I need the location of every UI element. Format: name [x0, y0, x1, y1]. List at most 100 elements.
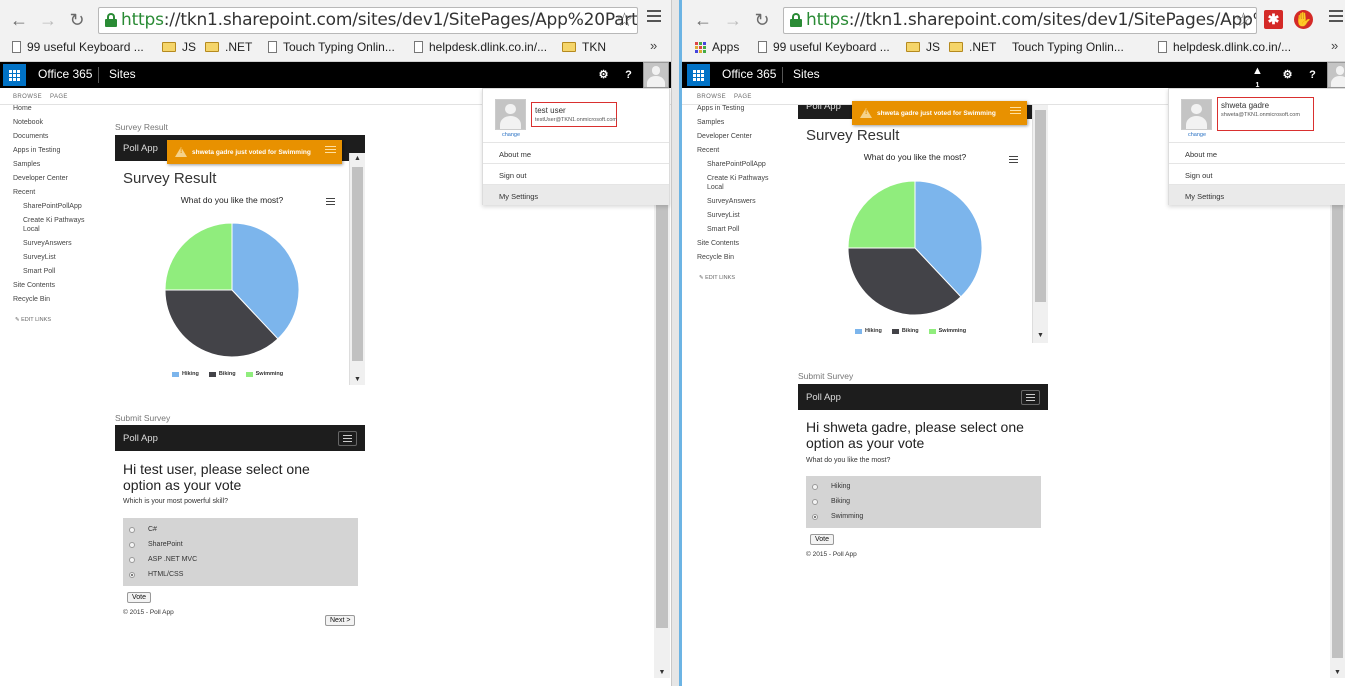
toast-menu-icon[interactable] — [325, 146, 336, 155]
legend-item-biking[interactable]: Biking — [208, 371, 236, 377]
change-photo-link[interactable]: change — [502, 132, 520, 138]
nav-samples[interactable]: Samples — [13, 161, 40, 168]
nav-smart-poll[interactable]: Smart Poll — [707, 226, 739, 233]
app-launcher-icon[interactable] — [687, 64, 710, 86]
legend-item-hiking[interactable]: Hiking — [855, 328, 882, 334]
menu-sign-out[interactable]: Sign out — [483, 163, 669, 184]
vote-button[interactable]: Vote — [810, 534, 835, 545]
nav-developer-center[interactable]: Developer Center — [13, 175, 68, 182]
nav-samples[interactable]: Samples — [697, 119, 724, 126]
nav-smart-poll[interactable]: Smart Poll — [23, 268, 55, 275]
part-scrollbar[interactable]: ▲ ▼ — [349, 153, 365, 385]
nav-surveyanswers[interactable]: SurveyAnswers — [23, 240, 72, 247]
bookmarks-more[interactable]: » — [1331, 38, 1338, 53]
scroll-thumb[interactable] — [1332, 188, 1343, 658]
option-html-css[interactable]: HTML/CSS — [129, 571, 183, 578]
vote-button[interactable]: Vote — [127, 592, 152, 603]
address-bar[interactable]: https://tkn1.sharepoint.com/sites/dev1/S… — [783, 7, 1257, 34]
nav-local[interactable]: Local — [23, 226, 40, 233]
bookmark-tkn[interactable]: TKN — [562, 38, 606, 56]
pie-slice-swimming[interactable] — [164, 222, 233, 291]
reload-button[interactable]: ↻ — [66, 9, 88, 31]
menu-sign-out[interactable]: Sign out — [1169, 163, 1345, 184]
nav-recent[interactable]: Recent — [13, 189, 35, 196]
settings-gear-icon[interactable]: ⚙ — [591, 62, 616, 88]
change-photo-link[interactable]: change — [1188, 132, 1206, 138]
option-biking[interactable]: Biking — [812, 498, 850, 505]
nav-notebook[interactable]: Notebook — [13, 119, 43, 126]
extension-icon[interactable]: ✱ — [1264, 10, 1283, 29]
menu-about-me[interactable]: About me — [1169, 142, 1345, 163]
nav-home[interactable]: Home — [13, 105, 32, 112]
help-button[interactable]: ? — [616, 62, 641, 88]
scroll-up-arrow-icon[interactable]: ▲ — [350, 155, 365, 162]
bookmark-apps[interactable]: Apps — [695, 38, 739, 56]
tab-browse[interactable]: BROWSE — [13, 94, 42, 100]
radio-button[interactable] — [129, 556, 135, 563]
bookmark-typing[interactable]: Touch Typing Onlin... — [1012, 38, 1124, 56]
suite-brand[interactable]: Office 365 — [722, 67, 776, 81]
adblock-icon[interactable]: ✋ — [1294, 10, 1313, 29]
scroll-thumb[interactable] — [352, 167, 363, 361]
chrome-menu-icon[interactable] — [647, 10, 661, 24]
scroll-thumb[interactable] — [656, 198, 668, 628]
scroll-down-arrow-icon[interactable]: ▼ — [654, 669, 670, 676]
reload-button[interactable]: ↻ — [751, 9, 773, 31]
nav-recent[interactable]: Recent — [697, 147, 719, 154]
user-avatar[interactable] — [1327, 62, 1345, 88]
toast-menu-icon[interactable] — [1010, 107, 1021, 116]
menu-my-settings[interactable]: My Settings — [1169, 184, 1345, 205]
radio-button-selected[interactable] — [812, 513, 818, 520]
legend-item-swimming[interactable]: Swimming — [245, 371, 283, 377]
sites-link[interactable]: Sites — [109, 67, 136, 81]
suite-brand[interactable]: Office 365 — [38, 67, 92, 81]
menu-my-settings[interactable]: My Settings — [483, 184, 669, 205]
option-csharp[interactable]: C# — [129, 526, 157, 533]
legend-item-swimming[interactable]: Swimming — [928, 328, 966, 334]
app-launcher-icon[interactable] — [3, 64, 26, 86]
scroll-down-arrow-icon[interactable]: ▼ — [1033, 332, 1048, 339]
nav-documents[interactable]: Documents — [13, 133, 48, 140]
bookmark-keyboard[interactable]: 99 useful Keyboard ... — [12, 38, 144, 56]
nav-local[interactable]: Local — [707, 184, 724, 191]
chart-menu-icon[interactable] — [1009, 156, 1018, 165]
legend-item-hiking[interactable]: Hiking — [172, 371, 199, 377]
nav-surveyanswers[interactable]: SurveyAnswers — [707, 198, 756, 205]
chart-menu-icon[interactable] — [326, 198, 335, 207]
radio-button[interactable] — [812, 498, 818, 505]
nav-sharepointpollapp[interactable]: SharePointPollApp — [707, 161, 766, 168]
option-swimming[interactable]: Swimming — [812, 513, 863, 520]
sites-link[interactable]: Sites — [793, 67, 820, 81]
forward-button[interactable]: → — [37, 9, 59, 31]
bookmark-keyboard[interactable]: 99 useful Keyboard ... — [758, 38, 890, 56]
bookmark-js[interactable]: JS — [162, 38, 196, 56]
edit-links[interactable]: ✎ EDIT LINKS — [699, 275, 735, 281]
chrome-menu-icon[interactable] — [1329, 10, 1343, 24]
nav-apps-in-testing[interactable]: Apps in Testing — [697, 105, 744, 112]
menu-about-me[interactable]: About me — [483, 142, 669, 163]
option-asp-net-mvc[interactable]: ASP .NET MVC — [129, 556, 197, 563]
hamburger-menu-icon[interactable] — [338, 431, 357, 446]
part-scrollbar[interactable]: ▼ — [1032, 105, 1048, 343]
pie-slice-swimming[interactable] — [847, 180, 916, 249]
nav-create-ki-pathways[interactable]: Create Ki Pathways — [707, 175, 768, 182]
radio-button-selected[interactable] — [129, 571, 135, 578]
nav-sharepointpollapp[interactable]: SharePointPollApp — [23, 203, 82, 210]
help-button[interactable]: ? — [1300, 62, 1325, 88]
scroll-down-arrow-icon[interactable]: ▼ — [350, 376, 365, 383]
option-sharepoint[interactable]: SharePoint — [129, 541, 183, 548]
forward-button[interactable]: → — [722, 9, 744, 31]
nav-surveylist[interactable]: SurveyList — [707, 212, 740, 219]
scroll-thumb[interactable] — [1035, 110, 1046, 302]
hamburger-menu-icon[interactable] — [1021, 390, 1040, 405]
tab-browse[interactable]: BROWSE — [697, 94, 726, 100]
bookmark-net[interactable]: .NET — [949, 38, 996, 56]
bookmark-js[interactable]: JS — [906, 38, 940, 56]
settings-gear-icon[interactable]: ⚙ — [1275, 62, 1300, 88]
radio-button[interactable] — [129, 541, 135, 548]
option-hiking[interactable]: Hiking — [812, 483, 850, 490]
nav-apps-in-testing[interactable]: Apps in Testing — [13, 147, 60, 154]
address-bar[interactable]: https://tkn1.sharepoint.com/sites/dev1/S… — [98, 7, 638, 34]
radio-button[interactable] — [812, 483, 818, 490]
back-button[interactable]: ← — [692, 9, 714, 31]
